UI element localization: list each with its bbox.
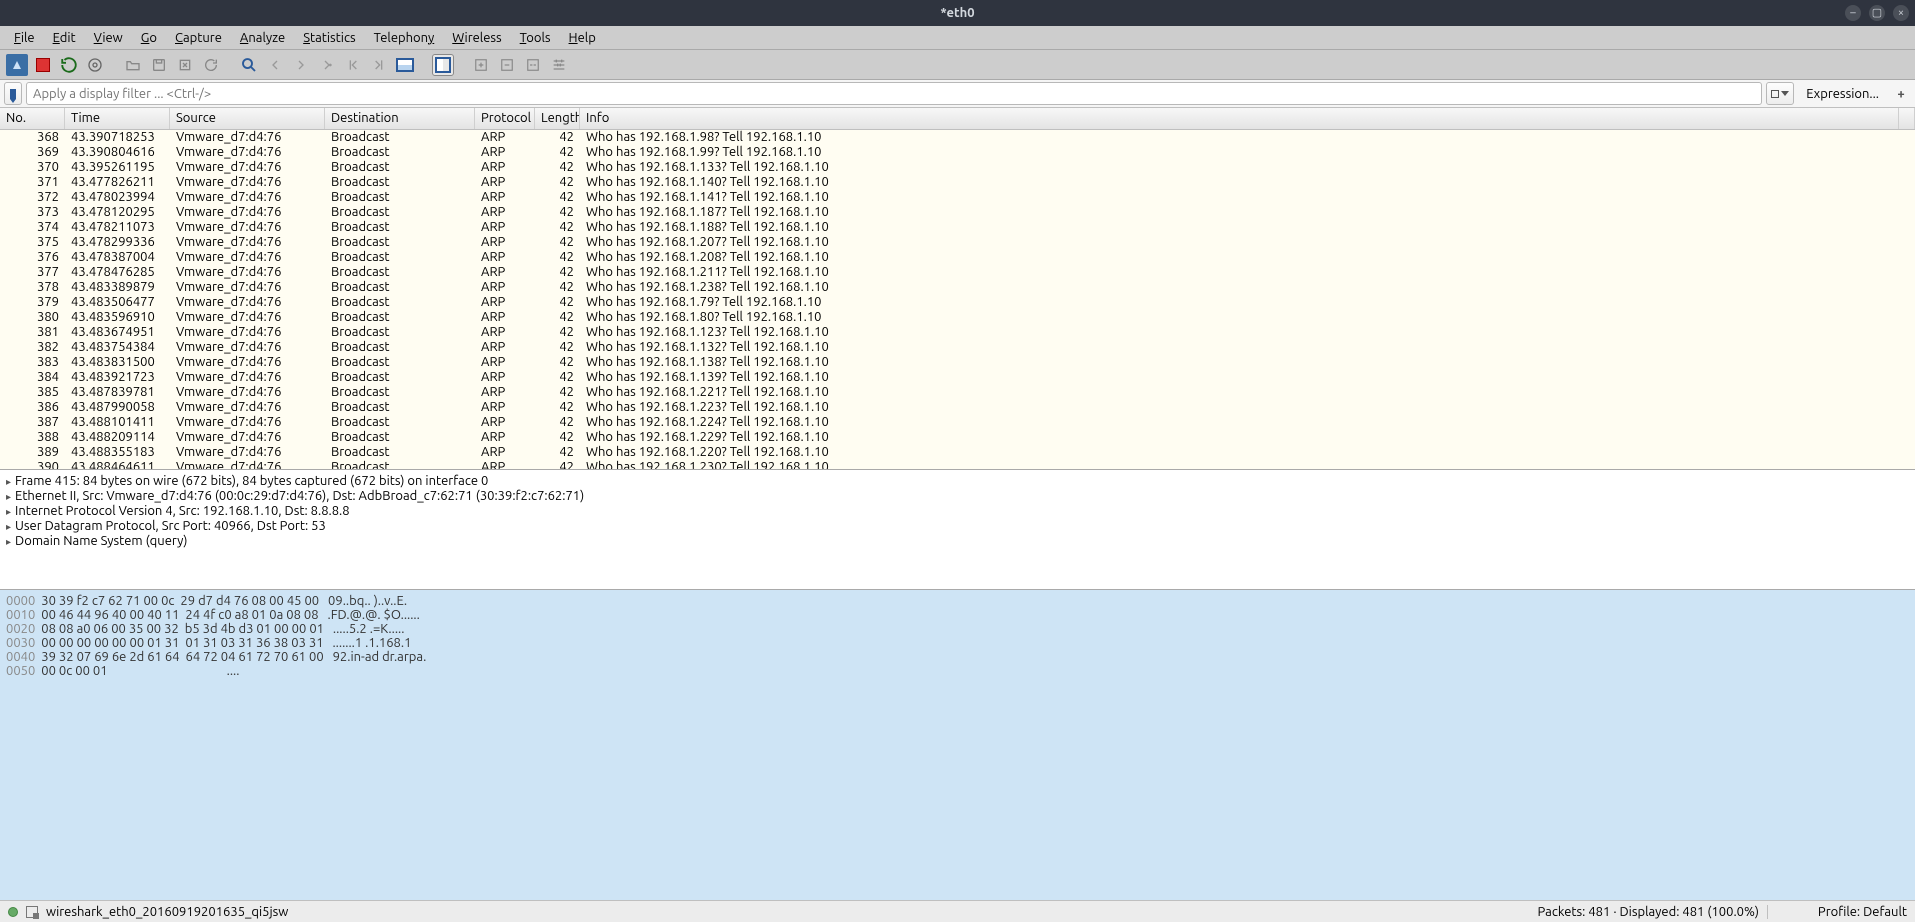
packet-row[interactable]: 38243.483754384Vmware_d7:d4:76BroadcastA… bbox=[0, 340, 1915, 355]
bytes-row[interactable]: 0030 00 00 00 00 00 00 01 31 01 31 03 31… bbox=[6, 636, 1909, 650]
stop-capture-button[interactable] bbox=[32, 54, 54, 76]
start-capture-button[interactable] bbox=[6, 54, 28, 76]
menu-tools[interactable]: Tools bbox=[512, 28, 559, 48]
packet-row[interactable]: 38743.488101411Vmware_d7:d4:76BroadcastA… bbox=[0, 415, 1915, 430]
column-source[interactable]: Source bbox=[170, 108, 325, 129]
column-length[interactable]: Length bbox=[535, 108, 580, 129]
maximize-button[interactable]: ▢ bbox=[1869, 5, 1885, 21]
capture-options-button[interactable] bbox=[84, 54, 106, 76]
packet-row[interactable]: 37743.478476285Vmware_d7:d4:76BroadcastA… bbox=[0, 265, 1915, 280]
filterbar: Expression... + bbox=[0, 80, 1915, 108]
detail-node[interactable]: Domain Name System (query) bbox=[6, 534, 1909, 549]
bytes-row[interactable]: 0000 30 39 f2 c7 62 71 00 0c 29 d7 d4 76… bbox=[6, 594, 1909, 608]
display-filter-input[interactable] bbox=[26, 82, 1762, 105]
titlebar: *eth0 – ▢ × bbox=[0, 0, 1915, 26]
packet-row[interactable]: 37943.483506477Vmware_d7:d4:76BroadcastA… bbox=[0, 295, 1915, 310]
menu-file[interactable]: File bbox=[6, 28, 43, 48]
filter-bookmark-button[interactable] bbox=[4, 82, 22, 105]
window-title: *eth0 bbox=[940, 6, 974, 20]
detail-node[interactable]: User Datagram Protocol, Src Port: 40966,… bbox=[6, 519, 1909, 534]
reload-button[interactable] bbox=[200, 54, 222, 76]
packet-row[interactable]: 38843.488209114Vmware_d7:d4:76BroadcastA… bbox=[0, 430, 1915, 445]
zoom-in-button[interactable] bbox=[470, 54, 492, 76]
column-info[interactable]: Info bbox=[580, 108, 1899, 129]
detail-node[interactable]: Ethernet II, Src: Vmware_d7:d4:76 (00:0c… bbox=[6, 489, 1909, 504]
menu-analyze[interactable]: Analyze bbox=[232, 28, 293, 48]
packet-list[interactable]: 36843.390718253Vmware_d7:d4:76BroadcastA… bbox=[0, 130, 1915, 470]
menu-statistics[interactable]: Statistics bbox=[295, 28, 363, 48]
packet-row[interactable]: 36843.390718253Vmware_d7:d4:76BroadcastA… bbox=[0, 130, 1915, 145]
packet-row[interactable]: 37043.395261195Vmware_d7:d4:76BroadcastA… bbox=[0, 160, 1915, 175]
column-time[interactable]: Time bbox=[65, 108, 170, 129]
packet-bytes[interactable]: 0000 30 39 f2 c7 62 71 00 0c 29 d7 d4 76… bbox=[0, 590, 1915, 900]
packet-row[interactable]: 37543.478299336Vmware_d7:d4:76BroadcastA… bbox=[0, 235, 1915, 250]
menu-wireless[interactable]: Wireless bbox=[444, 28, 509, 48]
column-no[interactable]: No. bbox=[0, 108, 65, 129]
packet-list-header: No. Time Source Destination Protocol Len… bbox=[0, 108, 1915, 130]
packet-row[interactable]: 38043.483596910Vmware_d7:d4:76BroadcastA… bbox=[0, 310, 1915, 325]
packet-row[interactable]: 38343.483831500Vmware_d7:d4:76BroadcastA… bbox=[0, 355, 1915, 370]
detail-node[interactable]: Internet Protocol Version 4, Src: 192.16… bbox=[6, 504, 1909, 519]
packet-row[interactable]: 38543.487839781Vmware_d7:d4:76BroadcastA… bbox=[0, 385, 1915, 400]
open-file-button[interactable] bbox=[122, 54, 144, 76]
bytes-row[interactable]: 0020 08 08 a0 06 00 35 00 32 b5 3d 4b d3… bbox=[6, 622, 1909, 636]
restart-capture-button[interactable] bbox=[58, 54, 80, 76]
go-back-button[interactable] bbox=[264, 54, 286, 76]
menu-go[interactable]: Go bbox=[133, 28, 165, 48]
packet-details[interactable]: Frame 415: 84 bytes on wire (672 bits), … bbox=[0, 470, 1915, 590]
packet-row[interactable]: 38443.483921723Vmware_d7:d4:76BroadcastA… bbox=[0, 370, 1915, 385]
bytes-row[interactable]: 0040 39 32 07 69 6e 2d 61 64 64 72 04 61… bbox=[6, 650, 1909, 664]
window-controls: – ▢ × bbox=[1845, 5, 1909, 21]
first-packet-button[interactable] bbox=[342, 54, 364, 76]
close-button[interactable]: × bbox=[1893, 5, 1909, 21]
add-filter-button[interactable]: + bbox=[1891, 82, 1911, 105]
status-profile[interactable]: Profile: Default bbox=[1767, 905, 1907, 919]
column-destination[interactable]: Destination bbox=[325, 108, 475, 129]
go-forward-button[interactable] bbox=[290, 54, 312, 76]
menu-telephony[interactable]: Telephony bbox=[366, 28, 443, 48]
menu-help[interactable]: Help bbox=[561, 28, 604, 48]
packet-row[interactable]: 38143.483674951Vmware_d7:d4:76BroadcastA… bbox=[0, 325, 1915, 340]
menu-edit[interactable]: Edit bbox=[45, 28, 84, 48]
packet-row[interactable]: 39043.488464611Vmware_d7:d4:76BroadcastA… bbox=[0, 460, 1915, 470]
statusbar: wireshark_eth0_20160919201635_qi5jsw Pac… bbox=[0, 900, 1915, 922]
packet-row[interactable]: 37443.478211073Vmware_d7:d4:76BroadcastA… bbox=[0, 220, 1915, 235]
capture-file-properties-icon[interactable] bbox=[26, 906, 38, 918]
menu-capture[interactable]: Capture bbox=[167, 28, 230, 48]
minimize-button[interactable]: – bbox=[1845, 5, 1861, 21]
menubar: FileEditViewGoCaptureAnalyzeStatisticsTe… bbox=[0, 26, 1915, 50]
menu-view[interactable]: View bbox=[86, 28, 131, 48]
last-packet-button[interactable] bbox=[368, 54, 390, 76]
zoom-reset-button[interactable] bbox=[522, 54, 544, 76]
autoscroll-button[interactable] bbox=[394, 54, 416, 76]
packet-row[interactable]: 37143.477826211Vmware_d7:d4:76BroadcastA… bbox=[0, 175, 1915, 190]
toolbar bbox=[0, 50, 1915, 80]
packet-row[interactable]: 38643.487990058Vmware_d7:d4:76BroadcastA… bbox=[0, 400, 1915, 415]
colorize-button[interactable] bbox=[432, 54, 454, 76]
find-packet-button[interactable] bbox=[238, 54, 260, 76]
save-file-button[interactable] bbox=[148, 54, 170, 76]
zoom-out-button[interactable] bbox=[496, 54, 518, 76]
filter-dropdown-button[interactable] bbox=[1766, 82, 1794, 105]
expert-info-icon[interactable] bbox=[8, 907, 18, 917]
packet-row[interactable]: 37643.478387004Vmware_d7:d4:76BroadcastA… bbox=[0, 250, 1915, 265]
resize-columns-button[interactable] bbox=[548, 54, 570, 76]
bytes-row[interactable]: 0050 00 0c 00 01 .... bbox=[6, 664, 1909, 678]
go-to-packet-button[interactable] bbox=[316, 54, 338, 76]
close-file-button[interactable] bbox=[174, 54, 196, 76]
expression-button[interactable]: Expression... bbox=[1798, 82, 1887, 105]
packet-row[interactable]: 37343.478120295Vmware_d7:d4:76BroadcastA… bbox=[0, 205, 1915, 220]
packet-row[interactable]: 37243.478023994Vmware_d7:d4:76BroadcastA… bbox=[0, 190, 1915, 205]
packet-row[interactable]: 37843.483389879Vmware_d7:d4:76BroadcastA… bbox=[0, 280, 1915, 295]
column-protocol[interactable]: Protocol bbox=[475, 108, 535, 129]
status-file: wireshark_eth0_20160919201635_qi5jsw bbox=[46, 905, 1530, 919]
status-stats: Packets: 481 · Displayed: 481 (100.0%) bbox=[1538, 905, 1759, 919]
bytes-row[interactable]: 0010 00 46 44 96 40 00 40 11 24 4f c0 a8… bbox=[6, 608, 1909, 622]
packet-row[interactable]: 38943.488355183Vmware_d7:d4:76BroadcastA… bbox=[0, 445, 1915, 460]
detail-node[interactable]: Frame 415: 84 bytes on wire (672 bits), … bbox=[6, 474, 1909, 489]
packet-row[interactable]: 36943.390804616Vmware_d7:d4:76BroadcastA… bbox=[0, 145, 1915, 160]
